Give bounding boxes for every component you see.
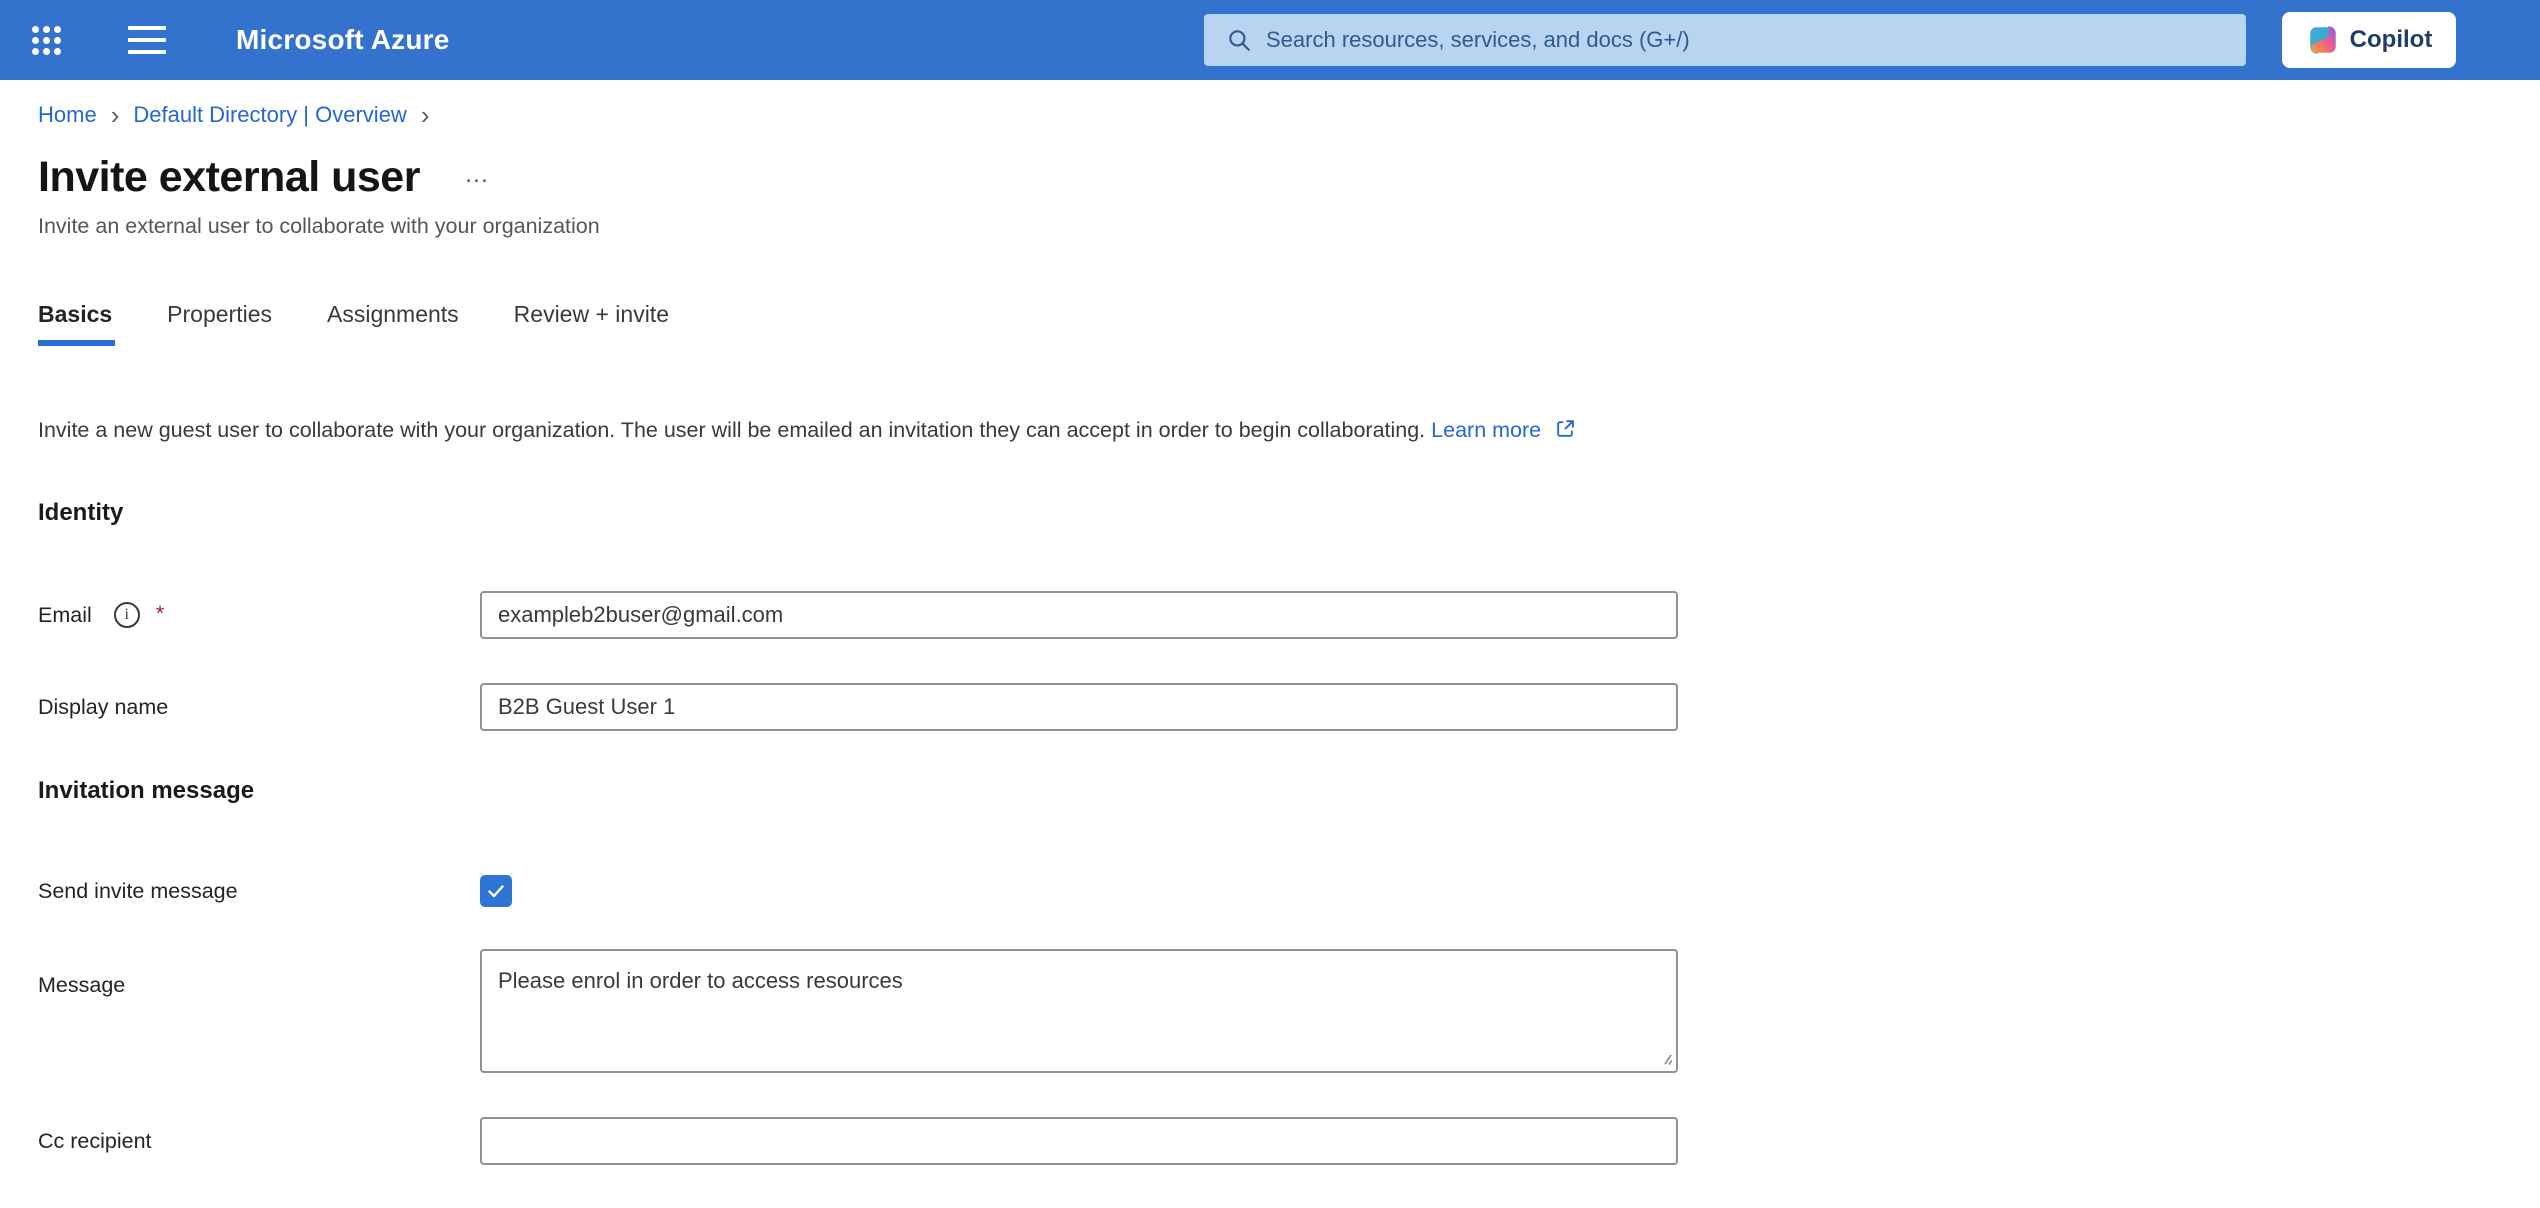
display-name-label-cell: Display name bbox=[38, 695, 480, 720]
send-invite-label-cell: Send invite message bbox=[38, 879, 480, 904]
message-label: Message bbox=[38, 973, 125, 998]
message-field-wrap: Please enrol in order to access resource… bbox=[480, 949, 1678, 1073]
main-content: Home › Default Directory | Overview › In… bbox=[0, 102, 2540, 1165]
title-row: Invite external user … bbox=[38, 152, 2540, 202]
tab-review-invite[interactable]: Review + invite bbox=[514, 301, 669, 346]
tab-properties[interactable]: Properties bbox=[167, 301, 272, 346]
section-invitation-heading: Invitation message bbox=[38, 777, 2540, 805]
email-field[interactable] bbox=[480, 591, 1678, 639]
display-name-label: Display name bbox=[38, 695, 168, 720]
tab-bar: Basics Properties Assignments Review + i… bbox=[38, 301, 2540, 346]
portal-menu-button[interactable] bbox=[128, 23, 170, 57]
display-name-row: Display name bbox=[38, 683, 2540, 731]
more-menu-icon[interactable]: … bbox=[464, 162, 491, 187]
cc-recipient-label-cell: Cc recipient bbox=[38, 1129, 480, 1154]
copilot-icon bbox=[2306, 23, 2340, 57]
chevron-right-icon: › bbox=[421, 104, 430, 126]
tab-assignments[interactable]: Assignments bbox=[327, 301, 459, 346]
checkmark-icon bbox=[486, 881, 506, 901]
search-icon bbox=[1226, 27, 1252, 53]
email-label-cell: Email i * bbox=[38, 602, 480, 628]
send-invite-checkbox[interactable] bbox=[480, 875, 512, 907]
cc-recipient-field[interactable] bbox=[480, 1117, 1678, 1165]
search-input[interactable] bbox=[1266, 14, 2246, 66]
app-launcher-button[interactable] bbox=[26, 20, 66, 60]
waffle-icon bbox=[32, 26, 39, 33]
message-field[interactable]: Please enrol in order to access resource… bbox=[480, 949, 1678, 1073]
intro-description: Invite a new guest user to collaborate w… bbox=[38, 418, 1425, 442]
brand-title[interactable]: Microsoft Azure bbox=[236, 24, 450, 56]
display-name-field[interactable] bbox=[480, 683, 1678, 731]
breadcrumb-directory-overview[interactable]: Default Directory | Overview bbox=[133, 102, 406, 128]
global-search[interactable] bbox=[1204, 14, 2246, 66]
page-subtitle: Invite an external user to collaborate w… bbox=[38, 214, 2540, 239]
send-invite-label: Send invite message bbox=[38, 879, 238, 904]
required-asterisk: * bbox=[156, 601, 165, 627]
hamburger-icon bbox=[128, 26, 166, 30]
copilot-label: Copilot bbox=[2350, 26, 2433, 54]
learn-more-link[interactable]: Learn more bbox=[1431, 418, 1541, 442]
intro-text: Invite a new guest user to collaborate w… bbox=[38, 418, 2540, 443]
chevron-right-icon: › bbox=[111, 104, 120, 126]
page-title: Invite external user bbox=[38, 152, 420, 202]
breadcrumb-home[interactable]: Home bbox=[38, 102, 97, 128]
info-icon[interactable]: i bbox=[114, 602, 140, 628]
section-identity-heading: Identity bbox=[38, 499, 2540, 527]
send-invite-row: Send invite message bbox=[38, 875, 2540, 907]
email-label: Email bbox=[38, 603, 92, 628]
external-link-icon[interactable] bbox=[1555, 418, 1576, 439]
top-bar: Microsoft Azure Copilot bbox=[0, 0, 2540, 80]
tab-basics[interactable]: Basics bbox=[38, 301, 112, 346]
copilot-button[interactable]: Copilot bbox=[2282, 12, 2456, 68]
cc-recipient-row: Cc recipient bbox=[38, 1117, 2540, 1165]
message-row: Message Please enrol in order to access … bbox=[38, 949, 2540, 1073]
breadcrumb: Home › Default Directory | Overview › bbox=[38, 102, 2540, 128]
email-row: Email i * bbox=[38, 591, 2540, 639]
cc-recipient-label: Cc recipient bbox=[38, 1129, 152, 1154]
message-label-cell: Message bbox=[38, 949, 480, 998]
